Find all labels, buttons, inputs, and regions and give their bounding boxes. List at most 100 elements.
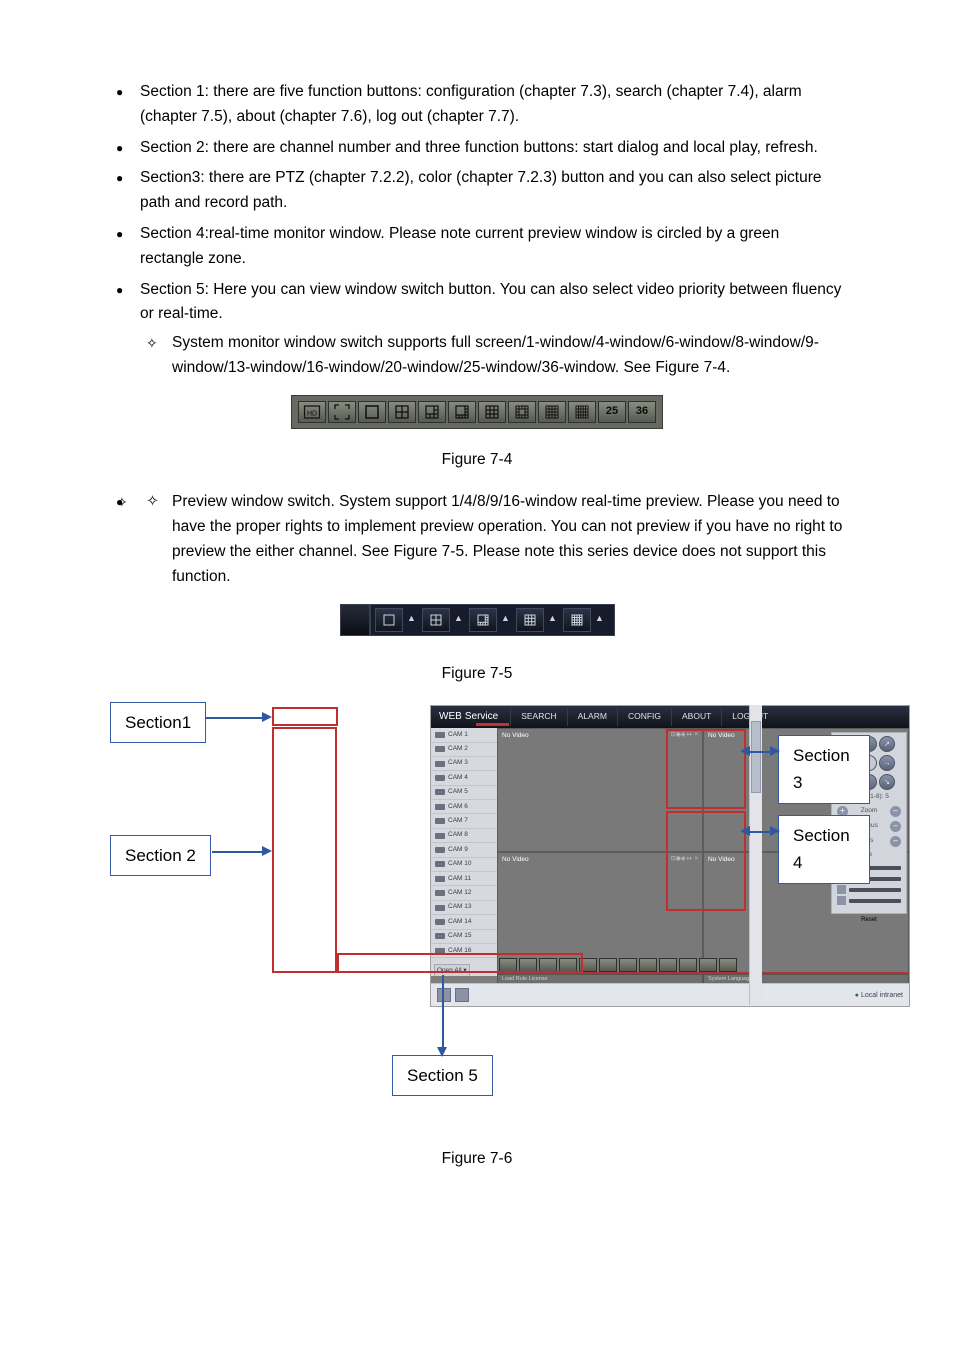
highlight-box xyxy=(337,953,583,973)
taskbar-icon xyxy=(437,988,451,1002)
chevron-up-icon[interactable]: ▲ xyxy=(499,608,513,630)
layout-button[interactable] xyxy=(719,958,737,972)
section2-label: Section 2 xyxy=(110,835,211,876)
svg-text:HD: HD xyxy=(307,410,317,417)
chevron-up-icon[interactable]: ▲ xyxy=(546,608,560,630)
sub-text: Preview window switch. System support 1/… xyxy=(172,493,842,584)
fullscreen-icon[interactable] xyxy=(328,401,356,423)
preview-9-icon[interactable] xyxy=(516,608,544,632)
preview-switch-strip: ▲ ▲ ▲ ▲ ▲ xyxy=(370,604,615,636)
bullet-text: Section 5: Here you can view window swit… xyxy=(140,281,841,323)
sidebar-cam[interactable]: CAM 6 xyxy=(431,800,497,814)
layout-1-icon[interactable] xyxy=(358,401,386,423)
figure-7-6-caption: Figure 7-6 xyxy=(110,1147,844,1172)
layout-9-icon[interactable] xyxy=(478,401,506,423)
ptz-right-icon[interactable]: → xyxy=(879,755,895,771)
sidebar-cam[interactable]: CAM 14 xyxy=(431,915,497,929)
tab-config[interactable]: CONFIG xyxy=(617,708,671,726)
highlight-box xyxy=(272,727,337,973)
preview-16-icon[interactable] xyxy=(563,608,591,632)
sub-list: System monitor window switch supports fu… xyxy=(140,331,844,381)
sidebar-cam[interactable]: CAM 3 xyxy=(431,757,497,771)
focus-minus-button[interactable]: – xyxy=(890,821,901,832)
taskbar: ● Local intranet xyxy=(431,983,909,1006)
ptz-up-right-icon[interactable]: ↗ xyxy=(879,736,895,752)
section5-label: Section 5 xyxy=(392,1055,493,1096)
sub-item: System monitor window switch supports fu… xyxy=(140,331,844,381)
bullet-text: Section3: there are PTZ (chapter 7.2.2),… xyxy=(140,169,822,211)
figure-7-5-caption: Figure 7-5 xyxy=(110,662,844,687)
sidebar-cam[interactable]: CAM 7 xyxy=(431,814,497,828)
saturation-slider[interactable] xyxy=(849,888,901,892)
layout-16-icon[interactable] xyxy=(538,401,566,423)
layout-25-icon[interactable]: 25 xyxy=(598,401,626,423)
section4-label: Section 4 xyxy=(778,815,870,883)
layout-20-icon[interactable] xyxy=(568,401,596,423)
layout-button[interactable] xyxy=(599,958,617,972)
chevron-up-icon[interactable]: ▲ xyxy=(452,608,466,630)
bullet-text: Section 1: there are five function butto… xyxy=(140,83,802,125)
layout-button[interactable] xyxy=(699,958,717,972)
sidebar-cam[interactable]: CAM 1 xyxy=(431,728,497,742)
iris-minus-button[interactable]: – xyxy=(890,836,901,847)
taskbar-status: Local intranet xyxy=(861,992,903,999)
bullet-item: Section3: there are PTZ (chapter 7.2.2),… xyxy=(110,166,844,216)
figure-7-5-image: ▲ ▲ ▲ ▲ ▲ xyxy=(110,604,844,645)
zoom-minus-button[interactable]: – xyxy=(890,806,901,817)
sidebar-cam[interactable]: CAM 8 xyxy=(431,829,497,843)
sub-text: System monitor window switch supports fu… xyxy=(172,334,819,376)
tab-about[interactable]: ABOUT xyxy=(671,708,721,726)
sidebar-cam[interactable]: CAM 2 xyxy=(431,743,497,757)
webui-topbar: WEB Service SEARCH ALARM CONFIG ABOUT LO… xyxy=(431,706,909,728)
reset-button[interactable]: Reset xyxy=(855,917,883,923)
layout-36-icon[interactable]: 36 xyxy=(628,401,656,423)
bullet-list: Section 1: there are five function butto… xyxy=(110,80,844,381)
preview-8-icon[interactable] xyxy=(469,608,497,632)
tab-search[interactable]: SEARCH xyxy=(510,708,566,726)
sidebar-cam[interactable]: CAM 13 xyxy=(431,901,497,915)
sidebar-cam[interactable]: CAM 5 xyxy=(431,786,497,800)
hue-slider[interactable] xyxy=(849,899,901,903)
sidebar-cam[interactable]: CAM 11 xyxy=(431,872,497,886)
layout-8-icon[interactable] xyxy=(448,401,476,423)
chevron-up-icon[interactable]: ▲ xyxy=(593,608,607,630)
sidebar-cam[interactable]: CAM 15 xyxy=(431,930,497,944)
bullet-item: Section 4:real-time monitor window. Plea… xyxy=(110,222,844,272)
webui-sidebar: CAM 1 CAM 2 CAM 3 CAM 4 CAM 5 CAM 6 CAM … xyxy=(431,728,497,976)
sidebar-cam[interactable]: CAM 12 xyxy=(431,886,497,900)
layout-4-icon[interactable] xyxy=(388,401,416,423)
layout-button[interactable] xyxy=(659,958,677,972)
section3-label: Section 3 xyxy=(778,735,870,803)
sidebar-cam[interactable]: CAM 9 xyxy=(431,843,497,857)
ptz-down-right-icon[interactable]: ↘ xyxy=(879,774,895,790)
saturation-icon xyxy=(837,885,846,894)
tab-alarm[interactable]: ALARM xyxy=(567,708,617,726)
layout-button[interactable] xyxy=(679,958,697,972)
bullet-text: Section 4:real-time monitor window. Plea… xyxy=(140,225,779,267)
sub-item: ✧Preview window switch. System support 1… xyxy=(110,490,844,589)
sidebar-cam[interactable]: CAM 10 xyxy=(431,858,497,872)
bullet-item: Section 5: Here you can view window swit… xyxy=(110,278,844,381)
highlight-box xyxy=(272,707,338,726)
layout-6-icon[interactable] xyxy=(418,401,446,423)
hd-icon[interactable]: HD xyxy=(298,401,326,423)
section1-label: Section1 xyxy=(110,702,206,743)
figure-7-4-caption: Figure 7-4 xyxy=(110,448,844,473)
highlight-box xyxy=(666,811,746,911)
preview-4-icon[interactable] xyxy=(422,608,450,632)
layout-button[interactable] xyxy=(619,958,637,972)
figure-7-4-image: HD 25 36 xyxy=(110,395,844,430)
bullet-item: Section 2: there are channel number and … xyxy=(110,136,844,161)
layout-13-icon[interactable] xyxy=(508,401,536,423)
bullet-continuation: ✧Preview window switch. System support 1… xyxy=(110,490,844,589)
layout-button[interactable] xyxy=(639,958,657,972)
sidebar-cam[interactable]: CAM 4 xyxy=(431,771,497,785)
chevron-up-icon[interactable]: ▲ xyxy=(405,608,419,630)
scrollbar[interactable] xyxy=(749,705,762,1005)
bullet-text: Section 2: there are channel number and … xyxy=(140,139,818,156)
preview-1-icon[interactable] xyxy=(375,608,403,632)
figure-7-6-diagram: WEB Service SEARCH ALARM CONFIG ABOUT LO… xyxy=(110,705,870,1125)
preview-strip-end xyxy=(340,604,370,636)
taskbar-icon xyxy=(455,988,469,1002)
window-switch-strip: HD 25 36 xyxy=(291,395,663,429)
